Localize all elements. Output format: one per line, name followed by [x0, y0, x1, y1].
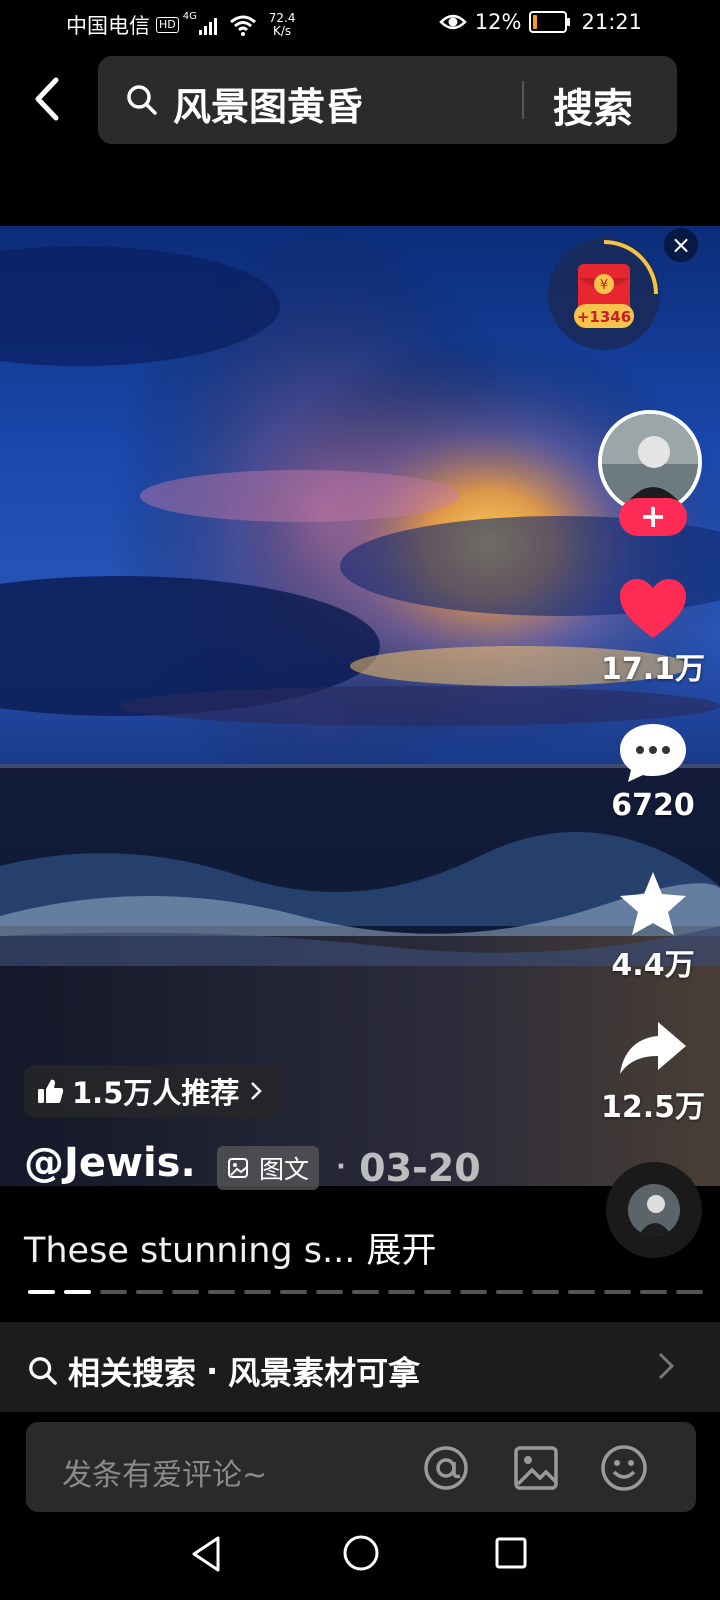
- nav-home-icon[interactable]: [342, 1534, 380, 1572]
- comment-button[interactable]: 6720: [588, 722, 718, 823]
- chevron-right-icon: [658, 1352, 675, 1380]
- at-mention-icon[interactable]: [422, 1444, 470, 1492]
- favorite-button[interactable]: 4.4万: [588, 870, 718, 984]
- like-button[interactable]: 17.1万: [588, 578, 718, 688]
- search-icon: [29, 1357, 57, 1385]
- pagination-dot: [352, 1290, 379, 1294]
- music-disc[interactable]: [606, 1162, 702, 1258]
- nav-back-icon[interactable]: [188, 1534, 224, 1574]
- comment-placeholder: 发条有爱评论~: [62, 1458, 268, 1493]
- related-search-bar[interactable]: 相关搜索 · 风景素材可拿: [0, 1322, 720, 1412]
- pagination-dot: [496, 1290, 523, 1294]
- red-packet-icon: ¥ +1346: [548, 238, 660, 350]
- pagination-dot: [64, 1290, 91, 1294]
- pagination-dot: [316, 1290, 343, 1294]
- comment-bubble-icon: [620, 724, 686, 782]
- carrier-label: 中国电信: [66, 14, 150, 38]
- status-bar: 中国电信 HD 4G 72.4 K/s 12% 21:21: [0, 0, 720, 50]
- red-packet-amount: +1346: [577, 308, 631, 326]
- system-nav-bar: [0, 1520, 720, 1600]
- pagination-dot: [172, 1290, 199, 1294]
- share-button[interactable]: 12.5万: [588, 1018, 718, 1126]
- pagination-dot: [532, 1290, 559, 1294]
- pagination-dot: [136, 1290, 163, 1294]
- favorite-count: 4.4万: [611, 948, 695, 983]
- pagination-dot: [388, 1290, 415, 1294]
- nav-recents-icon[interactable]: [494, 1536, 528, 1570]
- net-speed: 72.4 K/s: [268, 11, 296, 38]
- comment-count: 6720: [611, 788, 695, 823]
- close-icon[interactable]: ×: [664, 228, 698, 262]
- heart-icon: [620, 579, 686, 638]
- author-name[interactable]: @Jewis.: [24, 1140, 196, 1186]
- pagination-dot: [640, 1290, 667, 1294]
- red-packet-widget[interactable]: ¥ +1346: [548, 238, 660, 350]
- battery-percent: 12%: [474, 10, 522, 34]
- clock: 21:21: [581, 10, 642, 34]
- pagination-dot: [424, 1290, 451, 1294]
- description-text: These stunning s...: [24, 1231, 356, 1271]
- thumbs-up-icon: [38, 1079, 64, 1103]
- search-query[interactable]: 风景图黄昏: [173, 76, 363, 131]
- recommend-pill[interactable]: 1.5万人推荐: [24, 1065, 282, 1117]
- pagination-dot: [568, 1290, 595, 1294]
- pagination-dot: [460, 1290, 487, 1294]
- post-type-tag: 图文: [217, 1146, 320, 1190]
- music-cover: [628, 1184, 680, 1236]
- related-search-text: 相关搜索 · 风景素材可拿: [28, 1348, 420, 1394]
- like-count: 17.1万: [600, 652, 706, 687]
- search-button[interactable]: 搜索: [553, 76, 633, 134]
- pagination-dot: [208, 1290, 235, 1294]
- search-bar[interactable]: 风景图黄昏 搜索: [98, 56, 677, 144]
- pagination-dot: [100, 1290, 127, 1294]
- back-arrow-icon[interactable]: [26, 70, 70, 130]
- search-divider: [522, 81, 524, 119]
- share-count: 12.5万: [600, 1090, 706, 1125]
- share-arrow-icon: [620, 1022, 686, 1074]
- chevron-right-icon: [251, 1082, 263, 1100]
- search-icon: [127, 85, 157, 115]
- pagination-dot: [676, 1290, 703, 1294]
- pagination-dot: [280, 1290, 307, 1294]
- emoji-icon[interactable]: [600, 1444, 648, 1492]
- image-pagination: [28, 1290, 703, 1294]
- comment-input[interactable]: 发条有爱评论~: [26, 1422, 696, 1512]
- signal-type: 4G: [182, 11, 197, 22]
- post-type-label: 图文: [259, 1155, 310, 1184]
- recommend-label: 1.5万人推荐: [72, 1076, 240, 1110]
- pagination-dot: [28, 1290, 55, 1294]
- star-icon: [620, 872, 686, 935]
- wifi-icon: [229, 15, 256, 36]
- image-text-icon: [228, 1158, 248, 1178]
- post-description[interactable]: These stunning s... 展开: [24, 1222, 437, 1273]
- signal-icon: 4G: [183, 11, 217, 35]
- pagination-dot: [604, 1290, 631, 1294]
- yuan-symbol: ¥: [600, 278, 608, 293]
- follow-button[interactable]: +: [619, 498, 687, 536]
- pagination-dot: [244, 1290, 271, 1294]
- eye-icon: [439, 14, 467, 30]
- related-search-label: 相关搜索: [68, 1354, 197, 1392]
- expand-link[interactable]: 展开: [367, 1231, 437, 1271]
- image-picker-icon[interactable]: [512, 1444, 560, 1492]
- related-search-term: 风景素材可拿: [228, 1354, 421, 1392]
- battery-icon: [529, 11, 571, 33]
- hd-badge: HD: [156, 17, 179, 33]
- post-date: · 03-20: [336, 1146, 481, 1190]
